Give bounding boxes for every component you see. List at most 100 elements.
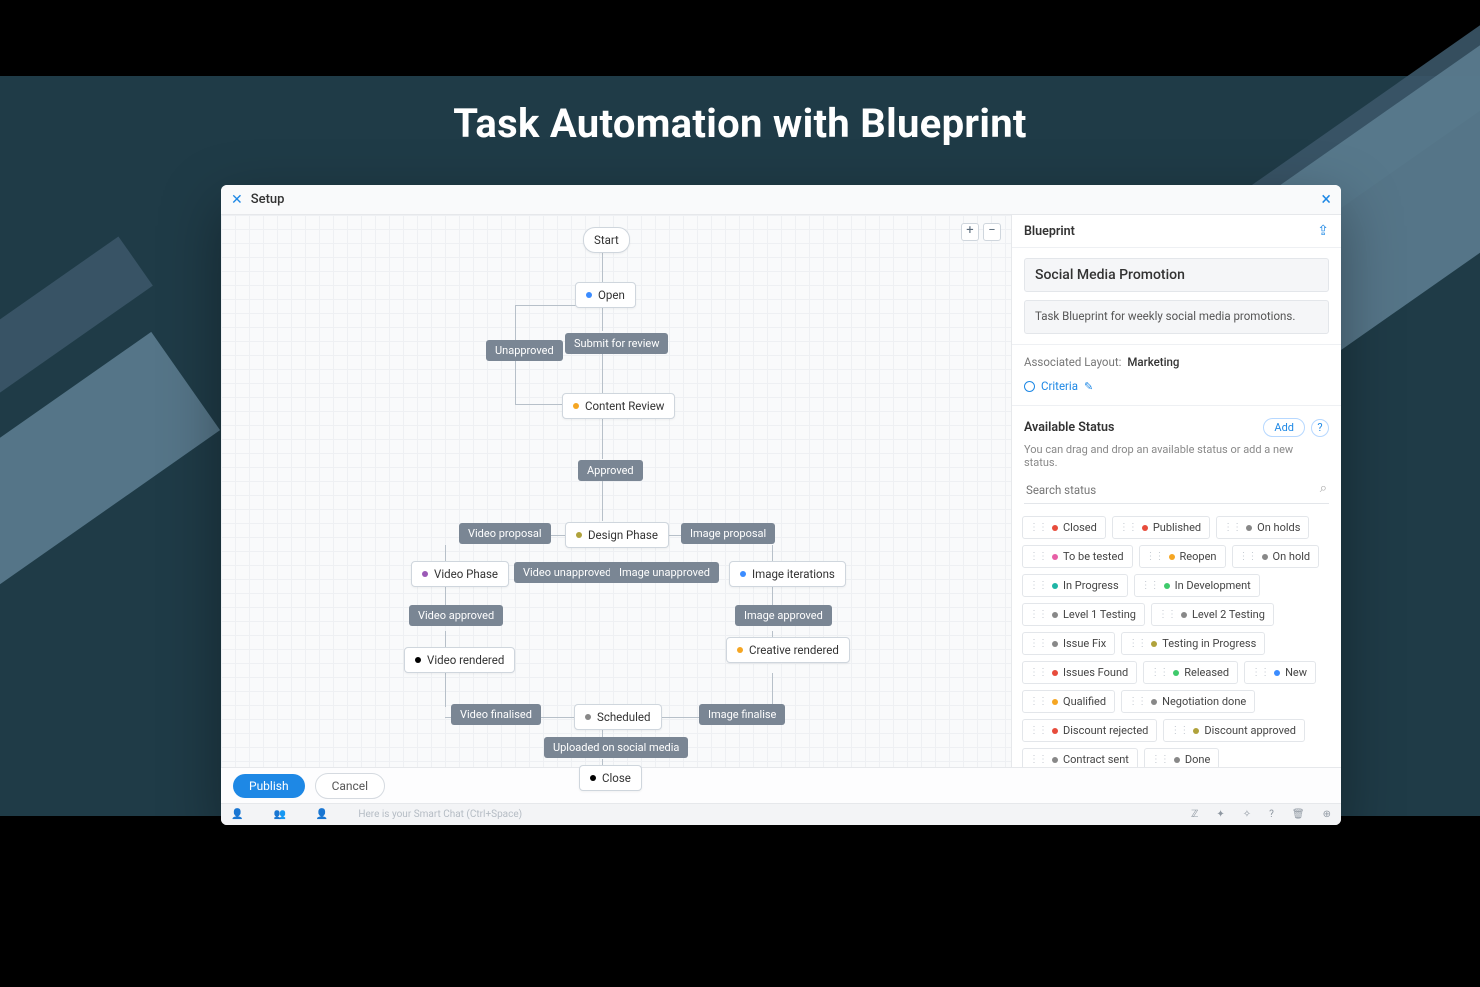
status-label: Level 1 Testing <box>1063 608 1136 621</box>
bb-icon[interactable]: 🗑 <box>1292 809 1305 820</box>
transition-approved[interactable]: Approved <box>578 460 643 481</box>
status-label: Qualified <box>1063 695 1106 708</box>
drag-icon: ⋮⋮ <box>1223 522 1241 533</box>
bb-icon[interactable]: ℤ <box>1191 809 1198 820</box>
drag-icon: ⋮⋮ <box>1158 609 1176 620</box>
add-status-button[interactable]: Add <box>1263 418 1305 437</box>
status-chip[interactable]: ⋮⋮Contract sent <box>1022 748 1138 767</box>
status-dot <box>1052 699 1058 705</box>
bb-icon[interactable]: ✧ <box>1243 809 1251 820</box>
status-dot <box>1164 583 1170 589</box>
status-chip[interactable]: ⋮⋮Released <box>1143 661 1238 684</box>
connector <box>602 248 603 282</box>
drag-hint: You can drag and drop an available statu… <box>1012 441 1341 477</box>
status-node-open[interactable]: Open <box>575 282 636 308</box>
publish-button[interactable]: Publish <box>233 774 305 798</box>
transition-image-finalise[interactable]: Image finalise <box>699 704 785 725</box>
page-title: Setup <box>251 192 285 207</box>
start-node[interactable]: Start <box>583 227 630 253</box>
status-chip[interactable]: ⋮⋮Discount rejected <box>1022 719 1157 742</box>
contacts-icon[interactable]: 👤 <box>316 809 328 820</box>
status-chip[interactable]: ⋮⋮Issue Fix <box>1022 632 1115 655</box>
status-chip[interactable]: ⋮⋮Level 2 Testing <box>1151 603 1274 626</box>
status-chip[interactable]: ⋮⋮Qualified <box>1022 690 1115 713</box>
status-chip[interactable]: ⋮⋮On hold <box>1232 545 1320 568</box>
status-node-scheduled[interactable]: Scheduled <box>574 704 662 730</box>
status-node-content-review[interactable]: Content Review <box>562 393 675 419</box>
status-node-video-phase[interactable]: Video Phase <box>411 561 509 587</box>
bb-icon[interactable]: ? <box>1269 809 1274 820</box>
zoom-in-button[interactable]: + <box>961 223 979 241</box>
status-label: Discount approved <box>1204 724 1296 737</box>
criteria-link[interactable]: Criteria ✎ <box>1012 375 1341 406</box>
smart-chat-hint[interactable]: Here is your Smart Chat (Ctrl+Space) <box>358 809 522 820</box>
zoom-out-button[interactable]: − <box>983 223 1001 241</box>
blueprint-name-input[interactable] <box>1024 258 1329 292</box>
search-status-input[interactable] <box>1024 477 1329 504</box>
close-icon[interactable]: × <box>1321 189 1331 210</box>
transition-image-approved[interactable]: Image approved <box>735 605 832 626</box>
drag-icon: ⋮⋮ <box>1119 522 1137 533</box>
status-chip[interactable]: ⋮⋮Closed <box>1022 516 1106 539</box>
status-node-close[interactable]: Close <box>579 765 642 791</box>
transition-uploaded[interactable]: Uploaded on social media <box>544 737 688 758</box>
status-dot <box>1181 612 1187 618</box>
status-dot <box>1274 670 1280 676</box>
status-chip[interactable]: ⋮⋮New <box>1244 661 1316 684</box>
status-chip[interactable]: ⋮⋮Published <box>1112 516 1210 539</box>
edit-icon[interactable]: ✎ <box>1084 380 1093 393</box>
bb-icon[interactable]: ✦ <box>1216 809 1224 820</box>
cancel-button[interactable]: Cancel <box>315 773 386 799</box>
status-dot <box>1052 525 1058 531</box>
status-chip[interactable]: ⋮⋮Done <box>1144 748 1219 767</box>
status-label: Testing in Progress <box>1162 637 1256 650</box>
transition-video-finalised[interactable]: Video finalised <box>451 704 541 725</box>
connector <box>602 415 603 459</box>
status-node-design-phase[interactable]: Design Phase <box>565 522 669 548</box>
transition-submit-for-review[interactable]: Submit for review <box>565 333 668 354</box>
transition-video-approved[interactable]: Video approved <box>409 605 503 626</box>
status-label: Contract sent <box>1063 753 1129 766</box>
status-chip[interactable]: ⋮⋮Issues Found <box>1022 661 1137 684</box>
status-label: On holds <box>1257 521 1300 534</box>
setup-icon: ✕ <box>231 192 243 208</box>
status-chip[interactable]: ⋮⋮To be tested <box>1022 545 1133 568</box>
status-chip[interactable]: ⋮⋮Level 1 Testing <box>1022 603 1145 626</box>
chats-icon[interactable]: 👤 <box>231 809 243 820</box>
transition-image-proposal[interactable]: Image proposal <box>681 523 775 544</box>
transition-video-proposal[interactable]: Video proposal <box>459 523 551 544</box>
transition-image-unapproved[interactable]: Image unapproved <box>610 562 719 583</box>
transition-video-unapproved[interactable]: Video unapproved <box>514 562 620 583</box>
status-node-video-rendered[interactable]: Video rendered <box>404 647 515 673</box>
status-dot <box>1052 670 1058 676</box>
status-label: On hold <box>1273 550 1311 563</box>
blueprint-canvas[interactable]: + − <box>221 215 1011 767</box>
blueprint-description-input[interactable]: Task Blueprint for weekly social media p… <box>1024 300 1329 334</box>
status-chip[interactable]: ⋮⋮Reopen <box>1139 545 1226 568</box>
status-chip[interactable]: ⋮⋮ In Progress <box>1022 574 1128 597</box>
export-icon[interactable]: ⇪ <box>1317 223 1329 239</box>
drag-icon: ⋮⋮ <box>1029 580 1047 591</box>
status-node-image-iterations[interactable]: Image iterations <box>729 561 846 587</box>
status-chip[interactable]: ⋮⋮Testing in Progress <box>1121 632 1265 655</box>
status-chip[interactable]: ⋮⋮Discount approved <box>1163 719 1305 742</box>
status-chip[interactable]: ⋮⋮Negotiation done <box>1121 690 1255 713</box>
status-label: Negotiation done <box>1162 695 1246 708</box>
status-label: In Progress <box>1063 579 1119 592</box>
status-chip[interactable]: ⋮⋮In Development <box>1134 574 1260 597</box>
drag-icon: ⋮⋮ <box>1029 522 1047 533</box>
status-dot <box>1052 728 1058 734</box>
status-node-creative-rendered[interactable]: Creative rendered <box>726 637 850 663</box>
bb-icon[interactable]: ⊕ <box>1323 809 1331 820</box>
app-header: ✕ Setup × <box>221 185 1341 215</box>
drag-icon: ⋮⋮ <box>1151 754 1169 765</box>
status-dot <box>1052 641 1058 647</box>
status-dot <box>1151 641 1157 647</box>
transition-unapproved[interactable]: Unapproved <box>486 340 563 361</box>
channels-icon[interactable]: 👥 <box>273 809 285 820</box>
help-icon[interactable]: ? <box>1311 419 1329 437</box>
status-dot <box>1262 554 1268 560</box>
status-chip[interactable]: ⋮⋮ On holds <box>1216 516 1309 539</box>
status-dot <box>1142 525 1148 531</box>
status-label: In Development <box>1175 579 1251 592</box>
